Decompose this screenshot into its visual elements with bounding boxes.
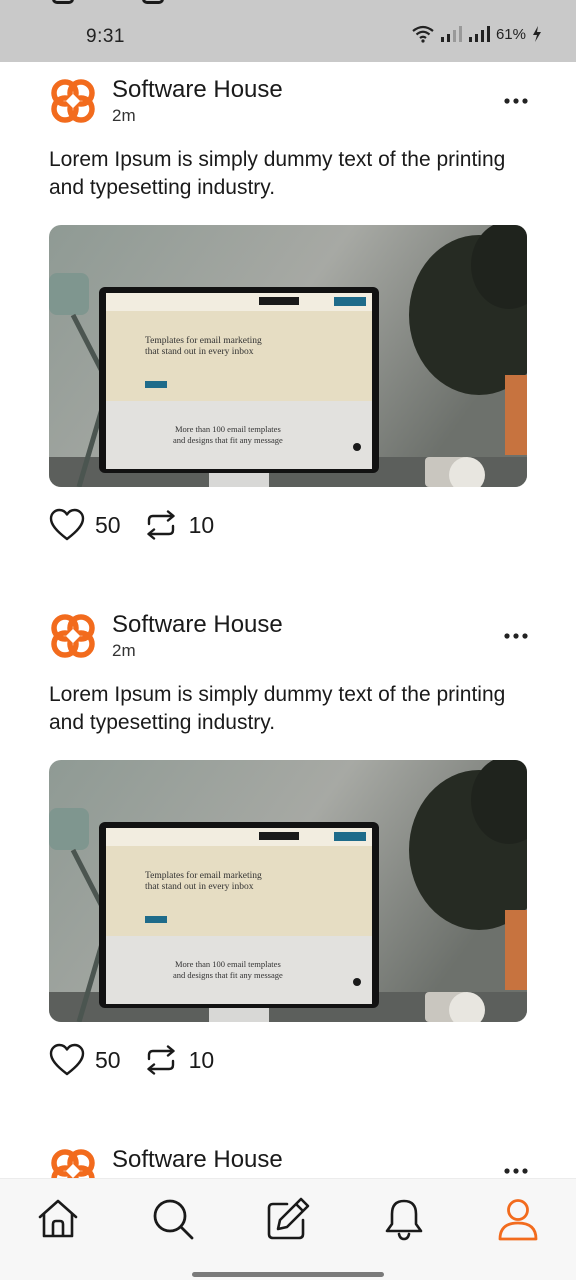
nav-search[interactable]	[149, 1195, 197, 1243]
status-bar: 9:31 61%	[0, 0, 576, 62]
more-options-icon[interactable]	[500, 627, 532, 645]
signal-icon	[468, 26, 490, 42]
svg-text:that stand out in every inbox: that stand out in every inbox	[145, 882, 254, 892]
notification-icon	[142, 0, 164, 4]
nav-notifications[interactable]	[380, 1195, 428, 1243]
repost-button[interactable]: 10	[143, 510, 215, 540]
battery-percent: 61%	[495, 25, 526, 43]
svg-text:Templates for email marketing: Templates for email marketing	[145, 335, 262, 346]
post-actions: 50 10	[49, 508, 214, 542]
home-icon	[38, 1199, 78, 1238]
svg-text:that stand out in every inbox: that stand out in every inbox	[145, 347, 254, 357]
charging-icon	[533, 26, 541, 42]
post-image[interactable]: Templates for email marketing that stand…	[49, 225, 527, 487]
repost-icon	[146, 510, 175, 540]
bottom-nav	[0, 1178, 576, 1280]
post-text: Lorem Ipsum is simply dummy text of the …	[49, 683, 506, 734]
post-timestamp: 2m	[112, 641, 136, 660]
company-logo-icon[interactable]	[48, 76, 98, 126]
wifi-icon	[412, 25, 434, 43]
heart-icon	[49, 1043, 85, 1076]
post-author[interactable]: Software House	[112, 76, 283, 104]
feed[interactable]: Software House 2m Lorem Ipsum is simply …	[0, 62, 576, 1178]
repost-icon	[146, 1045, 175, 1075]
more-options-icon[interactable]	[500, 1162, 532, 1178]
search-icon	[153, 1199, 194, 1240]
like-count: 50	[95, 511, 121, 538]
more-options-icon[interactable]	[500, 92, 532, 110]
post-author[interactable]: Software House	[112, 1146, 283, 1174]
nav-compose[interactable]	[264, 1195, 312, 1243]
svg-text:More than 100 email templates: More than 100 email templates	[175, 424, 281, 434]
status-indicators: 61%	[412, 25, 542, 43]
like-count: 50	[95, 1046, 121, 1073]
svg-text:More than 100 email templates: More than 100 email templates	[175, 959, 281, 969]
post-actions: 50 10	[49, 1043, 214, 1077]
status-time: 9:31	[86, 26, 125, 47]
nav-profile[interactable]	[494, 1195, 542, 1243]
post-author[interactable]: Software House	[112, 611, 283, 639]
company-logo-icon[interactable]	[48, 1146, 98, 1178]
like-button[interactable]: 50	[49, 1043, 121, 1077]
post-text: Lorem Ipsum is simply dummy text of the …	[49, 148, 506, 199]
svg-text:Templates for email marketing: Templates for email marketing	[145, 870, 262, 881]
notification-icons	[52, 0, 164, 4]
post-card: Software House 2m Lorem Ipsum is simply …	[0, 597, 576, 1132]
heart-icon	[49, 508, 85, 541]
notification-icon	[52, 0, 74, 4]
svg-text:and designs that fit any messa: and designs that fit any message	[173, 435, 283, 445]
post-card: Software House 2m Lorem Ipsum is simply …	[0, 62, 576, 597]
bell-icon	[385, 1199, 423, 1241]
post-image[interactable]: Templates for email marketing that stand…	[49, 760, 527, 1022]
like-button[interactable]: 50	[49, 508, 121, 542]
nav-home[interactable]	[34, 1195, 82, 1243]
repost-count: 10	[188, 1046, 215, 1073]
signal-icon	[440, 26, 462, 42]
post-timestamp: 2m	[112, 106, 136, 125]
profile-icon	[498, 1199, 538, 1241]
repost-button[interactable]: 10	[143, 1045, 215, 1075]
gesture-home-bar[interactable]	[192, 1272, 384, 1277]
repost-count: 10	[188, 511, 215, 538]
compose-icon	[267, 1197, 310, 1240]
svg-text:and designs that fit any messa: and designs that fit any message	[173, 970, 283, 980]
company-logo-icon[interactable]	[48, 611, 98, 661]
post-card: Software House	[0, 1132, 576, 1178]
